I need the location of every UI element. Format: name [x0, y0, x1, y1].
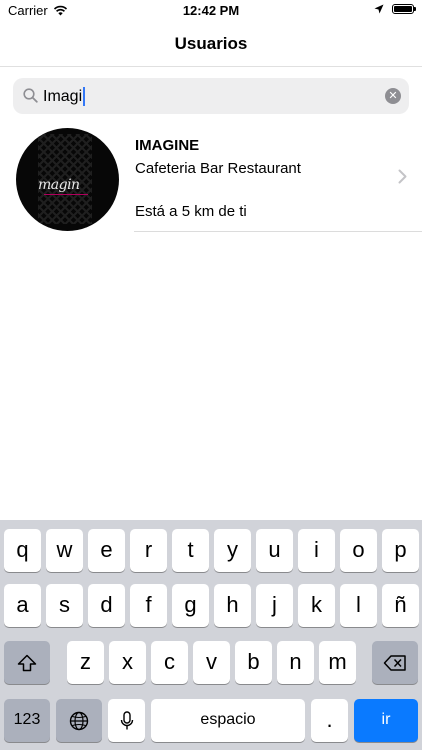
key-d[interactable]: d [88, 584, 125, 627]
result-distance: Está a 5 km de ti [135, 203, 247, 220]
microphone-icon [120, 711, 133, 730]
key-enye[interactable]: ñ [382, 584, 419, 627]
shift-key[interactable] [4, 641, 50, 684]
key-x[interactable]: x [109, 641, 146, 684]
carrier-label: Carrier [8, 3, 48, 18]
result-category: Cafeteria Bar Restaurant [135, 160, 301, 177]
key-o[interactable]: o [340, 529, 377, 572]
logo-accent-line [44, 194, 88, 195]
delete-key[interactable] [372, 641, 418, 684]
key-s[interactable]: s [46, 584, 83, 627]
key-h[interactable]: h [214, 584, 251, 627]
key-g[interactable]: g [172, 584, 209, 627]
key-k[interactable]: k [298, 584, 335, 627]
status-bar: Carrier 12:42 PM [0, 0, 422, 22]
row-separator [134, 231, 422, 232]
globe-key[interactable] [56, 699, 102, 742]
dictation-key[interactable] [108, 699, 145, 742]
key-r[interactable]: r [130, 529, 167, 572]
key-m[interactable]: m [319, 641, 356, 684]
key-q[interactable]: q [4, 529, 41, 572]
search-value: Imagi [43, 87, 83, 105]
key-y[interactable]: y [214, 529, 251, 572]
text-caret [83, 87, 86, 106]
search-input[interactable]: Imagi [43, 87, 86, 106]
status-left: Carrier [8, 3, 68, 18]
key-w[interactable]: w [46, 529, 83, 572]
clear-icon[interactable]: ✕ [385, 88, 401, 104]
key-i[interactable]: i [298, 529, 335, 572]
space-key[interactable]: espacio [151, 699, 305, 742]
location-arrow-icon [374, 4, 384, 14]
key-c[interactable]: c [151, 641, 188, 684]
key-u[interactable]: u [256, 529, 293, 572]
key-l[interactable]: l [340, 584, 377, 627]
battery-icon [392, 4, 416, 14]
key-b[interactable]: b [235, 641, 272, 684]
shift-icon [17, 654, 37, 672]
go-button[interactable]: ir [354, 699, 418, 742]
venue-logo: magin [38, 177, 80, 193]
keyboard: q w e r t y u i o p a s d f g h j k l ñ … [0, 520, 422, 750]
chevron-right-icon [398, 169, 407, 184]
key-z[interactable]: z [67, 641, 104, 684]
globe-icon [69, 711, 89, 731]
key-p[interactable]: p [382, 529, 419, 572]
key-v[interactable]: v [193, 641, 230, 684]
key-n[interactable]: n [277, 641, 314, 684]
search-bar[interactable]: Imagi ✕ [13, 78, 409, 114]
key-a[interactable]: a [4, 584, 41, 627]
avatar: magin [16, 128, 119, 231]
navigation-bar: Usuarios [0, 22, 422, 67]
result-title: IMAGINE [135, 137, 200, 154]
delete-icon [383, 655, 406, 671]
numbers-key[interactable]: 123 [4, 699, 50, 742]
key-j[interactable]: j [256, 584, 293, 627]
status-right [374, 4, 416, 14]
key-f[interactable]: f [130, 584, 167, 627]
list-item[interactable]: magin IMAGINE Cafeteria Bar Restaurant E… [0, 124, 422, 232]
page-title: Usuarios [174, 34, 248, 53]
key-e[interactable]: e [88, 529, 125, 572]
period-key[interactable]: . [311, 699, 348, 742]
battery-level [394, 6, 412, 12]
search-icon [23, 88, 38, 103]
wifi-icon [53, 5, 67, 16]
key-t[interactable]: t [172, 529, 209, 572]
